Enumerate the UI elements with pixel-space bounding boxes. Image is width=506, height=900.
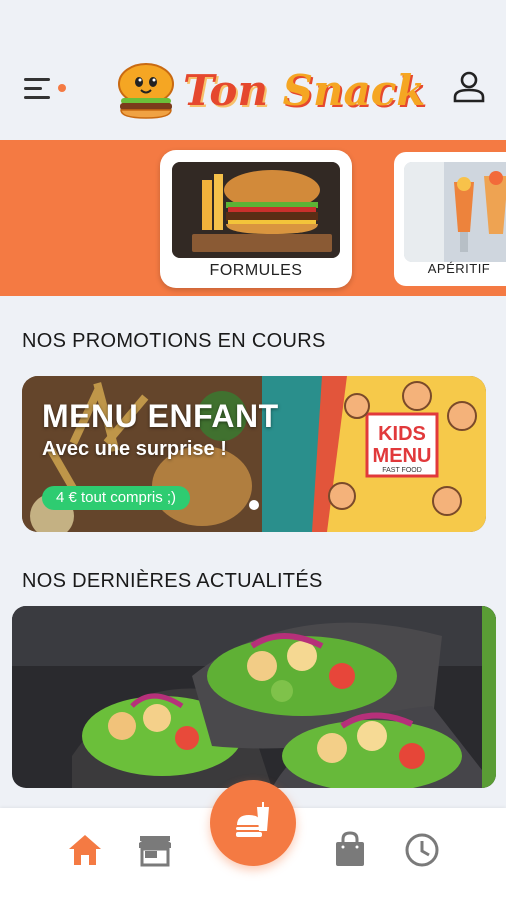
nav-history[interactable] — [402, 830, 442, 870]
hamburger-menu-icon — [24, 78, 50, 81]
promo-title: MENU ENFANT — [42, 398, 279, 434]
news-card[interactable] — [12, 606, 496, 788]
svg-text:FAST FOOD: FAST FOOD — [382, 467, 422, 474]
hamburger-menu-icon-line — [24, 96, 50, 99]
category-label: FORMULES — [209, 262, 303, 279]
logo-word-snack: Snack — [282, 66, 426, 115]
nav-store[interactable] — [135, 830, 175, 870]
carousel-indicator-dot[interactable] — [249, 500, 259, 510]
profile-button[interactable] — [452, 70, 486, 104]
burger-mascot-icon — [118, 63, 174, 119]
svg-text:MENU: MENU — [373, 445, 432, 467]
notification-dot — [58, 84, 66, 92]
burger-image — [172, 162, 340, 258]
menu-button[interactable] — [22, 76, 70, 104]
nav-home[interactable] — [65, 830, 105, 870]
store-icon — [139, 836, 171, 867]
logo-text: Ton Snack — [183, 66, 425, 115]
promotions-section-title: NOS PROMOTIONS EN COURS — [22, 330, 326, 352]
promo-price-badge: 4 € tout compris ;) — [42, 486, 191, 510]
hamburger-menu-icon-line — [24, 87, 42, 90]
order-fab-button[interactable] — [210, 780, 296, 866]
app-logo[interactable]: Ton Snack — [115, 58, 425, 122]
home-icon — [69, 835, 101, 865]
news-section-title: NOS DERNIÈRES ACTUALITÉS — [22, 570, 323, 592]
user-icon — [453, 71, 485, 103]
promo-subtitle: Avec une surprise ! — [42, 438, 227, 460]
category-label: APÉRITIF — [427, 261, 491, 276]
app-header: Ton Snack — [0, 0, 506, 140]
kids-menu-badge-text: KIDS — [378, 423, 426, 445]
logo-word-ton: Ton — [183, 66, 268, 115]
promo-banner-menu-enfant[interactable]: KIDS MENU FAST FOOD MENU ENFANT Avec une… — [22, 376, 486, 532]
burger-drink-icon — [236, 802, 269, 837]
category-card-formules[interactable]: FORMULES — [160, 150, 352, 288]
category-carousel[interactable]: FORMULES APÉRITIF — [0, 140, 506, 296]
clock-icon — [405, 833, 439, 867]
nav-bag[interactable] — [330, 830, 370, 870]
shopping-bag-icon — [336, 831, 364, 866]
cocktail-image — [404, 162, 506, 262]
wraps-image — [12, 606, 496, 788]
category-card-aperitif[interactable]: APÉRITIF — [394, 152, 506, 286]
